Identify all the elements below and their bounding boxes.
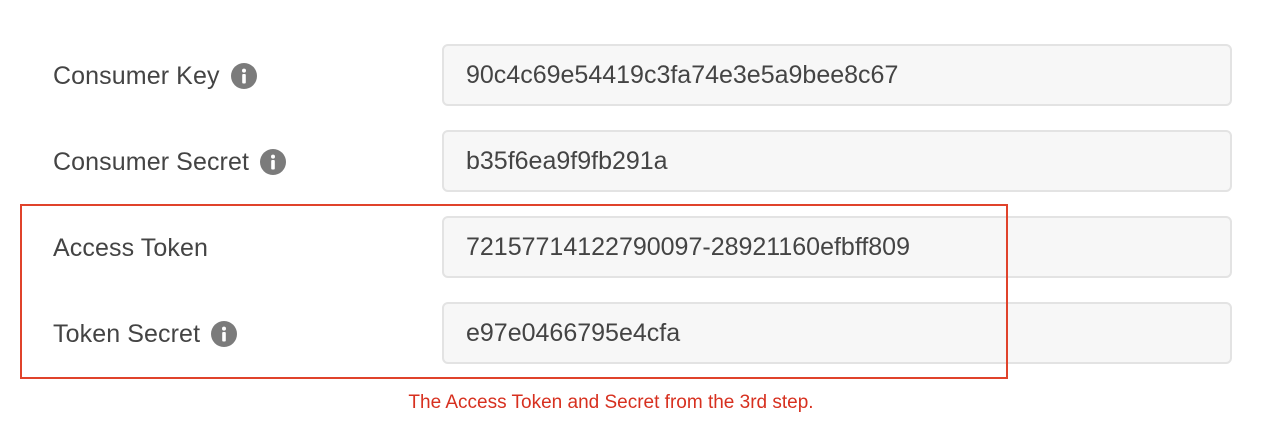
oauth-credentials-form: Consumer Key Consumer Secret Access Toke… (0, 0, 1280, 448)
consumer-secret-input[interactable] (442, 130, 1232, 192)
consumer-secret-label: Consumer Secret (53, 147, 250, 176)
consumer-key-label-group: Consumer Key (53, 44, 257, 108)
consumer-key-input[interactable] (442, 44, 1232, 106)
annotation-caption: The Access Token and Secret from the 3rd… (408, 392, 814, 413)
info-icon[interactable] (260, 149, 287, 175)
consumer-key-label: Consumer Key (53, 61, 220, 90)
consumer-secret-label-group: Consumer Secret (53, 130, 287, 194)
consumer-key-row: Consumer Key (0, 44, 1280, 108)
consumer-secret-row: Consumer Secret (0, 130, 1280, 194)
info-icon[interactable] (230, 63, 257, 89)
highlight-annotation-box (20, 204, 1008, 379)
